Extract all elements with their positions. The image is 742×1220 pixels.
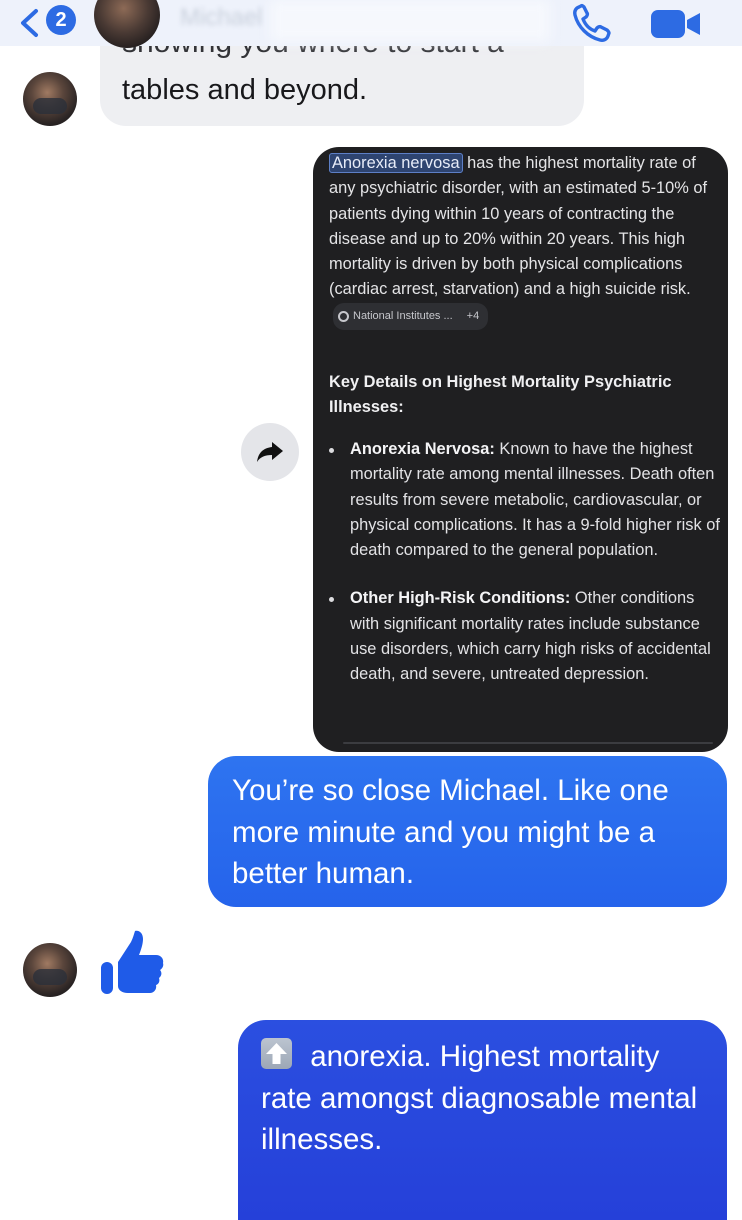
chevron-left-icon[interactable]: [14, 6, 48, 40]
highlighted-term: Anorexia nervosa: [329, 153, 463, 173]
outgoing-message[interactable]: anorexia. Highest mortality rate amongst…: [238, 1020, 727, 1220]
paragraph-text: has the highest mortality rate of any ps…: [329, 154, 708, 299]
source-logo-icon: [338, 310, 349, 322]
up-arrow-icon: [261, 1038, 292, 1069]
source-more: +4: [466, 309, 480, 322]
outgoing-message[interactable]: You’re so close Michael. Like one more m…: [208, 756, 727, 907]
forwarded-screenshot[interactable]: Anorexia nervosa has the highest mortali…: [313, 147, 728, 752]
redaction-blur: [270, 0, 550, 42]
list-item: Other High-Risk Conditions: Other condit…: [329, 586, 724, 687]
message-text: anorexia. Highest mortality rate amongst…: [261, 1040, 698, 1156]
phone-icon[interactable]: [570, 2, 614, 44]
screenshot-bullet-list: Anorexia Nervosa: Known to have the high…: [329, 437, 724, 688]
bullet-title: Anorexia Nervosa:: [350, 440, 495, 458]
message-text: You’re so close Michael. Like one more m…: [232, 774, 669, 890]
video-camera-icon[interactable]: [648, 4, 704, 44]
list-item: Anorexia Nervosa: Known to have the high…: [329, 437, 724, 563]
bullet-title: Other High-Risk Conditions:: [350, 589, 571, 608]
source-chip: National Institutes ... +4: [333, 302, 489, 331]
contact-avatar[interactable]: [94, 0, 160, 48]
unread-count-badge[interactable]: 2: [46, 5, 76, 35]
share-arrow-icon: [257, 442, 283, 462]
incoming-message[interactable]: showing you where to start a tables and …: [100, 40, 584, 126]
sender-avatar[interactable]: [23, 72, 77, 126]
message-text-container: anorexia. Highest mortality rate amongst…: [261, 1036, 711, 1161]
screenshot-paragraph: Anorexia nervosa has the highest mortali…: [329, 151, 719, 332]
sender-avatar[interactable]: [23, 943, 77, 997]
divider: [343, 742, 713, 744]
chat-header: 2 Michael: [0, 0, 742, 48]
forward-button[interactable]: [241, 423, 299, 481]
screenshot-heading: Key Details on Highest Mortality Psychia…: [329, 373, 672, 417]
source-label: National Institutes ...: [353, 309, 453, 322]
message-text: tables and beyond.: [122, 74, 368, 106]
thumbs-up-icon[interactable]: [98, 928, 168, 998]
